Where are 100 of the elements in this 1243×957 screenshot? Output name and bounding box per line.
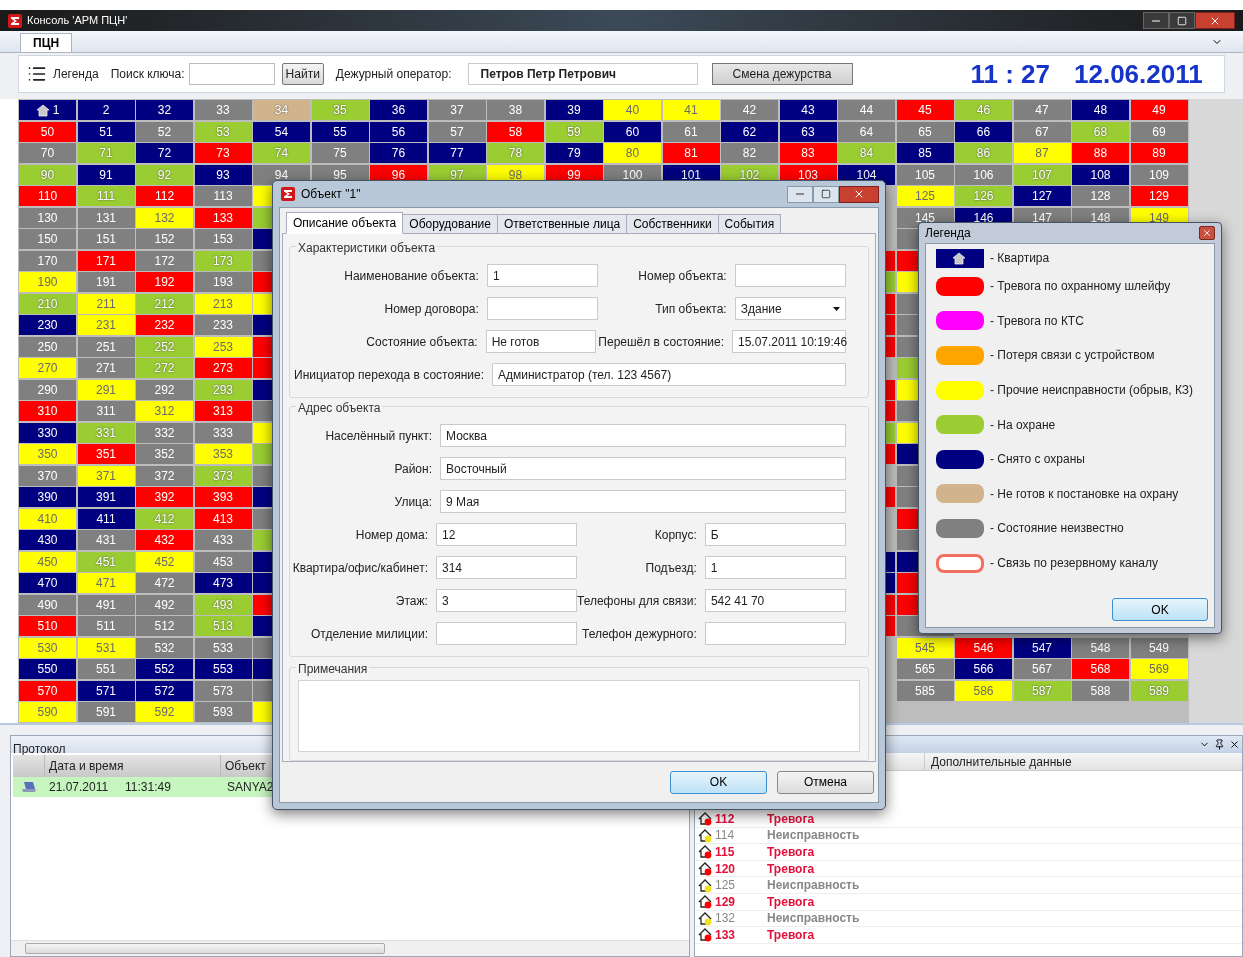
object-cell[interactable]: 452	[136, 551, 193, 572]
object-cell[interactable]: 191	[77, 272, 135, 292]
dialog-tab[interactable]: Описание объекта	[286, 212, 404, 234]
object-cell[interactable]: 291	[77, 379, 135, 400]
object-cell[interactable]: 330	[19, 422, 76, 443]
object-cell[interactable]: 128	[1072, 186, 1129, 206]
object-cell[interactable]: 569	[1130, 659, 1188, 679]
object-cell[interactable]: 38	[487, 100, 544, 120]
object-cell[interactable]: 57	[428, 121, 486, 142]
object-cell[interactable]: 567	[1013, 659, 1071, 679]
minimize-button[interactable]	[787, 185, 813, 203]
object-cell[interactable]: 586	[955, 680, 1012, 701]
input-field[interactable]: 12	[436, 523, 578, 546]
object-cell[interactable]: 32	[136, 100, 193, 120]
object-cell[interactable]: 190	[19, 272, 76, 292]
object-cell[interactable]: 48	[1072, 100, 1129, 120]
object-cell[interactable]: 473	[194, 573, 252, 593]
object-cell[interactable]: 433	[194, 530, 252, 550]
object-cell[interactable]: 271	[77, 358, 135, 378]
object-cell[interactable]: 591	[77, 702, 135, 722]
input-field[interactable]: 3	[435, 589, 577, 612]
object-cell[interactable]: 292	[136, 379, 193, 400]
object-cell[interactable]: 112	[136, 186, 193, 206]
object-cell[interactable]: 251	[77, 336, 135, 357]
legend-button[interactable]: Легенда	[27, 64, 99, 84]
object-cell[interactable]: 511	[77, 616, 135, 636]
object-cell[interactable]: 33	[194, 100, 252, 120]
object-cell[interactable]: 568	[1072, 659, 1129, 679]
object-cell[interactable]: 411	[77, 508, 135, 529]
object-cell[interactable]: 371	[77, 465, 135, 486]
object-cell[interactable]: 510	[19, 616, 76, 636]
object-cell[interactable]: 64	[838, 121, 895, 142]
object-cell[interactable]: 310	[19, 401, 76, 421]
object-cell[interactable]: 392	[136, 487, 193, 507]
object-cell[interactable]: 132	[136, 207, 193, 228]
document-tab[interactable]: ПЦН	[20, 33, 73, 52]
input-field[interactable]: Москва	[440, 424, 846, 447]
object-cell[interactable]: 2	[77, 100, 135, 120]
object-cell[interactable]: 55	[311, 121, 369, 142]
object-cell[interactable]: 413	[194, 508, 252, 529]
input-field[interactable]: 15.07.2011 10:19:46	[732, 330, 846, 353]
pin-icon[interactable]	[1214, 739, 1225, 750]
object-cell[interactable]: 393	[194, 487, 252, 507]
object-cell[interactable]: 70	[19, 143, 76, 163]
object-cell[interactable]: 193	[194, 272, 252, 292]
find-button[interactable]: Найти	[281, 63, 324, 85]
object-cell[interactable]: 91	[77, 164, 135, 185]
input-field[interactable]: 542 41 70	[704, 589, 846, 612]
object-cell[interactable]: 312	[136, 401, 193, 421]
object-cell[interactable]: 76	[370, 143, 427, 163]
object-cell[interactable]: 110	[19, 186, 76, 206]
object-cell[interactable]: 89	[1130, 143, 1188, 163]
object-cell[interactable]: 79	[545, 143, 603, 163]
object-cell[interactable]: 87	[1013, 143, 1071, 163]
object-cell[interactable]: 572	[136, 680, 193, 701]
search-field[interactable]	[188, 63, 275, 85]
object-cell[interactable]: 546	[955, 637, 1012, 658]
object-cell[interactable]: 80	[604, 143, 661, 163]
close-button[interactable]	[1199, 226, 1215, 240]
object-cell[interactable]: 105	[896, 164, 954, 185]
object-cell[interactable]: 253	[194, 336, 252, 357]
object-cell[interactable]: 125	[896, 186, 954, 206]
object-cell[interactable]: 531	[77, 637, 135, 658]
object-cell[interactable]: 133	[194, 207, 252, 228]
object-cell[interactable]: 432	[136, 530, 193, 550]
object-cell[interactable]: 81	[662, 143, 720, 163]
input-field[interactable]: 9 Мая	[440, 490, 846, 513]
object-cell[interactable]: 290	[19, 379, 76, 400]
object-cell[interactable]: 311	[77, 401, 135, 421]
object-cell[interactable]: 50	[19, 121, 76, 142]
input-field[interactable]: 1	[704, 556, 846, 579]
dialog-tab[interactable]: Собственники	[626, 214, 719, 234]
object-cell[interactable]: 491	[77, 594, 135, 615]
object-cell[interactable]: 51	[77, 121, 135, 142]
object-cell[interactable]: 490	[19, 594, 76, 615]
object-cell[interactable]: 152	[136, 229, 193, 249]
object-cell[interactable]: 233	[194, 315, 252, 335]
object-cell[interactable]: 566	[955, 659, 1012, 679]
dialog-tab[interactable]: События	[717, 214, 782, 234]
object-cell[interactable]: 430	[19, 530, 76, 550]
close-button[interactable]	[839, 185, 879, 203]
object-cell[interactable]: 77	[428, 143, 486, 163]
object-cell[interactable]: 213	[194, 293, 252, 314]
notes-field[interactable]	[298, 680, 860, 752]
object-cell[interactable]: 37	[428, 100, 486, 120]
object-cell[interactable]: 532	[136, 637, 193, 658]
object-cell[interactable]: 471	[77, 573, 135, 593]
dialog-button[interactable]: OK	[670, 770, 767, 794]
object-cell[interactable]: 211	[77, 293, 135, 314]
object-cell[interactable]: 350	[19, 444, 76, 464]
object-cell[interactable]: 45	[896, 100, 954, 120]
object-cell[interactable]: 153	[194, 229, 252, 249]
object-cell[interactable]: 585	[896, 680, 954, 701]
object-cell[interactable]: 42	[721, 100, 778, 120]
ok-button[interactable]: OK	[1112, 598, 1208, 621]
object-cell[interactable]: 351	[77, 444, 135, 464]
object-cell[interactable]: 530	[19, 637, 76, 658]
object-cell[interactable]: 58	[487, 121, 544, 142]
input-field[interactable]	[734, 264, 846, 287]
object-cell[interactable]: 410	[19, 508, 76, 529]
